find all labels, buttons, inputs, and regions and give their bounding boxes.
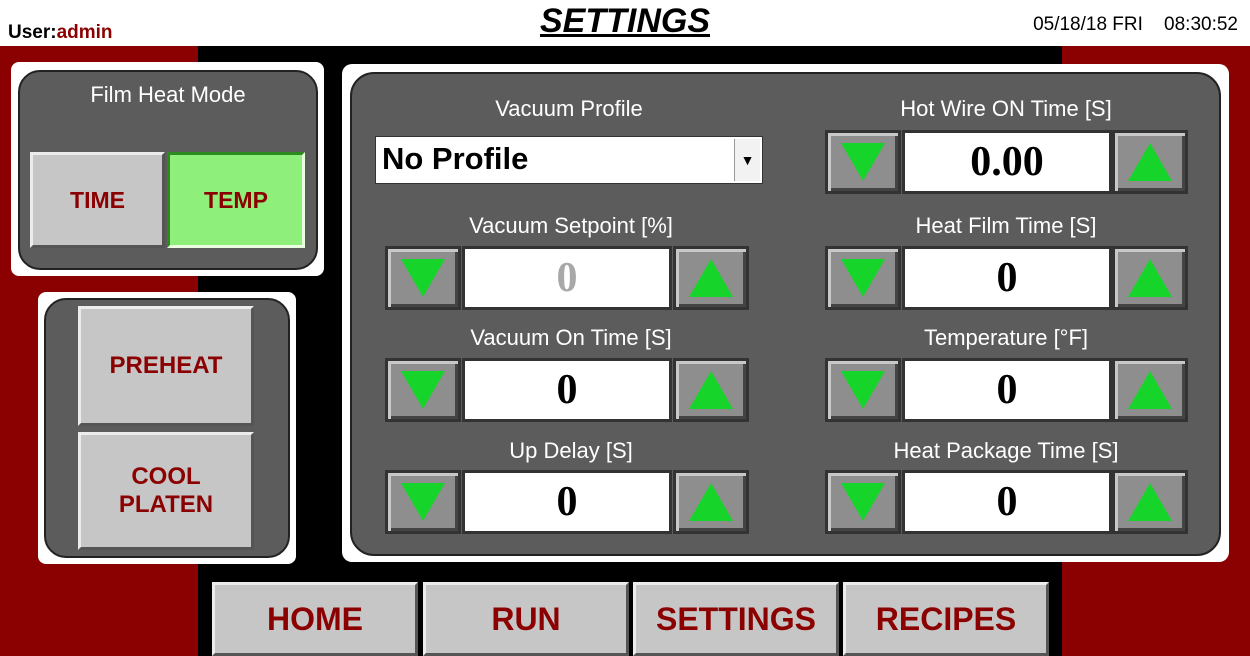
datetime: 05/18/18 FRI 08:30:52: [1033, 14, 1238, 36]
arrow-up-icon: [1128, 483, 1172, 521]
header-bar: User:admin SETTINGS 05/18/18 FRI 08:30:5…: [0, 0, 1250, 46]
heat-package-time-increment-button[interactable]: [1112, 470, 1188, 534]
nav-home-button[interactable]: HOME: [212, 582, 418, 656]
arrow-down-icon: [841, 371, 885, 409]
heat-package-time-value[interactable]: 0: [902, 470, 1112, 534]
film-heat-mode-title: Film Heat Mode: [90, 82, 246, 107]
vacuum-profile-value: No Profile: [382, 141, 529, 176]
up-delay-increment-button[interactable]: [673, 470, 749, 534]
nav-settings-button[interactable]: SETTINGS: [633, 582, 839, 656]
vacuum-setpoint-label: Vacuum Setpoint [%]: [469, 213, 673, 238]
arrow-down-icon: [841, 483, 885, 521]
heat-package-time-label: Heat Package Time [S]: [893, 438, 1119, 463]
heat-film-time-decrement-button[interactable]: [825, 246, 901, 310]
vacuum-profile-label: Vacuum Profile: [495, 96, 643, 121]
cool-platen-label: COOL PLATEN: [118, 463, 214, 518]
arrow-down-icon: [401, 371, 445, 409]
nav-recipes-button[interactable]: RECIPES: [843, 582, 1049, 656]
chevron-down-icon[interactable]: ▼: [734, 139, 760, 181]
temperature-decrement-button[interactable]: [825, 358, 901, 422]
time-display: 08:30:52: [1164, 14, 1238, 35]
vacuum-setpoint-decrement-button[interactable]: [385, 246, 461, 310]
vacuum-on-time-increment-button[interactable]: [673, 358, 749, 422]
vacuum-on-time-decrement-button[interactable]: [385, 358, 461, 422]
time-mode-button[interactable]: TIME: [30, 152, 165, 248]
temp-mode-button[interactable]: TEMP: [167, 152, 305, 248]
vacuum-on-time-value[interactable]: 0: [462, 358, 672, 422]
up-delay-decrement-button[interactable]: [385, 470, 461, 534]
temperature-increment-button[interactable]: [1112, 358, 1188, 422]
preheat-button[interactable]: PREHEAT: [78, 306, 254, 426]
arrow-up-icon: [689, 259, 733, 297]
date-display: 05/18/18 FRI: [1033, 14, 1143, 35]
arrow-down-icon: [841, 259, 885, 297]
vacuum-setpoint-value[interactable]: 0: [462, 246, 672, 310]
arrow-up-icon: [1128, 143, 1172, 181]
arrow-up-icon: [1128, 259, 1172, 297]
arrow-down-icon: [401, 483, 445, 521]
vacuum-profile-dropdown[interactable]: No Profile ▼: [375, 136, 763, 184]
heat-package-time-decrement-button[interactable]: [825, 470, 901, 534]
temperature-value[interactable]: 0: [902, 358, 1112, 422]
heat-film-time-label: Heat Film Time [S]: [915, 213, 1097, 238]
hot-wire-on-time-value[interactable]: 0.00: [902, 130, 1112, 194]
arrow-down-icon: [401, 259, 445, 297]
arrow-up-icon: [1128, 371, 1172, 409]
arrow-up-icon: [689, 371, 733, 409]
hot-wire-on-time-decrement-button[interactable]: [825, 130, 901, 194]
heat-film-time-value[interactable]: 0: [902, 246, 1112, 310]
up-delay-value[interactable]: 0: [462, 470, 672, 534]
hot-wire-on-time-label: Hot Wire ON Time [S]: [900, 96, 1112, 121]
arrow-down-icon: [841, 143, 885, 181]
hot-wire-on-time-increment-button[interactable]: [1112, 130, 1188, 194]
vacuum-setpoint-increment-button[interactable]: [673, 246, 749, 310]
heat-film-time-increment-button[interactable]: [1112, 246, 1188, 310]
arrow-up-icon: [689, 483, 733, 521]
vacuum-on-time-label: Vacuum On Time [S]: [470, 325, 672, 350]
cool-platen-button[interactable]: COOL PLATEN: [78, 432, 254, 550]
temperature-label: Temperature [°F]: [923, 325, 1089, 350]
nav-run-button[interactable]: RUN: [423, 582, 629, 656]
up-delay-label: Up Delay [S]: [509, 438, 633, 463]
